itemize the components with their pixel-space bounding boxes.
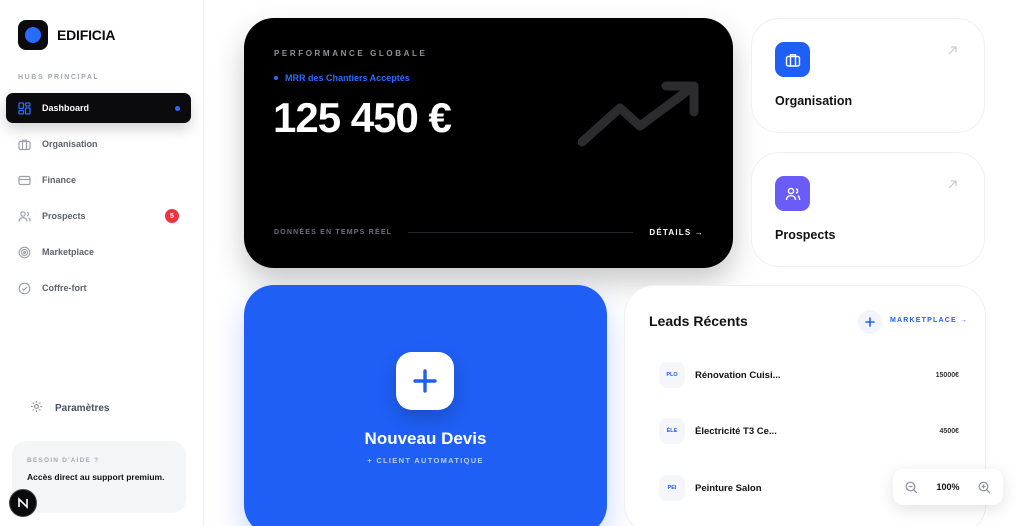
settings-label: Paramètres bbox=[55, 402, 110, 414]
arrow-up-right-icon bbox=[948, 46, 957, 55]
organisation-title: Organisation bbox=[775, 94, 853, 108]
avatar[interactable] bbox=[9, 489, 37, 517]
performance-label: PERFORMANCE GLOBALE bbox=[274, 49, 428, 58]
target-icon bbox=[18, 246, 31, 259]
sidebar-item-coffre-fort[interactable]: Coffre-fort bbox=[6, 273, 191, 303]
new-quote-title: Nouveau Devis bbox=[364, 429, 487, 448]
new-quote-subtitle: + CLIENT AUTOMATIQUE bbox=[367, 456, 484, 465]
active-indicator bbox=[175, 105, 180, 111]
n-logo-icon bbox=[18, 497, 28, 509]
bullet-icon bbox=[274, 76, 278, 80]
sidebar-item-label: Organisation bbox=[42, 139, 98, 149]
divider bbox=[408, 232, 634, 233]
notification-badge: 5 bbox=[165, 209, 179, 223]
help-card[interactable]: BESOIN D'AIDE ? Accès direct au support … bbox=[12, 441, 186, 513]
zoom-out-icon[interactable] bbox=[905, 481, 918, 494]
lead-code: PLO bbox=[659, 362, 685, 388]
users-icon bbox=[775, 176, 810, 211]
sidebar-item-prospects[interactable]: Prospects 5 bbox=[6, 201, 191, 231]
performance-value: 125 450 € bbox=[273, 94, 452, 141]
sidebar-item-finance[interactable]: Finance bbox=[6, 165, 191, 195]
help-title: BESOIN D'AIDE ? bbox=[27, 457, 100, 464]
sidebar-item-label: Coffre-fort bbox=[42, 283, 87, 293]
sidebar-item-label: Marketplace bbox=[42, 247, 95, 257]
lead-code: PEI bbox=[659, 475, 685, 501]
zoom-level: 100% bbox=[936, 482, 960, 492]
brand-name: EDIFICIA bbox=[57, 27, 116, 43]
grid-icon bbox=[18, 101, 31, 115]
prospects-title: Prospects bbox=[775, 228, 836, 242]
list-item[interactable]: ÉLE Électricité T3 Ce... 4500€ bbox=[659, 418, 959, 444]
sidebar-item-dashboard[interactable]: Dashboard bbox=[6, 93, 191, 123]
list-item[interactable]: PLO Rénovation Cuisi... 15000€ bbox=[659, 362, 959, 388]
users-icon bbox=[18, 210, 31, 223]
plus-icon bbox=[865, 317, 875, 327]
sidebar-item-label: Finance bbox=[42, 175, 77, 185]
performance-subtitle: MRR des Chantiers Acceptés bbox=[274, 73, 410, 83]
marketplace-link[interactable]: MARKETPLACE → bbox=[890, 317, 968, 324]
settings-button[interactable]: Paramètres bbox=[30, 400, 109, 416]
lead-price: 15000€ bbox=[935, 371, 959, 379]
sidebar-nav: Dashboard Organisation Finance Prospects… bbox=[6, 93, 191, 309]
card-icon bbox=[18, 174, 31, 187]
sidebar-item-organisation[interactable]: Organisation bbox=[6, 129, 191, 159]
leads-title: Leads Récents bbox=[649, 313, 748, 329]
lead-name: Rénovation Cuisi... bbox=[695, 369, 781, 381]
brand-logo-icon bbox=[18, 20, 48, 50]
prospects-card[interactable]: Prospects bbox=[751, 152, 985, 267]
help-text: Accès direct au support premium. bbox=[27, 472, 165, 482]
zoom-in-icon[interactable] bbox=[978, 481, 991, 494]
briefcase-icon bbox=[775, 42, 810, 77]
new-quote-button[interactable]: Nouveau Devis + CLIENT AUTOMATIQUE bbox=[244, 285, 607, 526]
briefcase-icon bbox=[18, 138, 31, 151]
check-circle-icon bbox=[18, 282, 31, 295]
lead-name: Électricité T3 Ce... bbox=[695, 425, 777, 437]
lead-price: 4500€ bbox=[939, 427, 959, 435]
zoom-control: 100% bbox=[893, 469, 1003, 505]
sidebar-item-label: Prospects bbox=[42, 211, 86, 221]
performance-subtitle-text: MRR des Chantiers Acceptés bbox=[285, 73, 410, 83]
sidebar: EDIFICIA HUBS PRINCIPAL Dashboard Organi… bbox=[0, 0, 204, 526]
lead-name: Peinture Salon bbox=[695, 482, 762, 494]
gear-icon bbox=[30, 400, 43, 416]
sidebar-section-label: HUBS PRINCIPAL bbox=[18, 74, 100, 81]
plus-icon bbox=[396, 352, 454, 410]
realtime-label: DONNÉES EN TEMPS RÉEL bbox=[274, 229, 393, 236]
arrow-up-right-icon bbox=[948, 180, 957, 189]
add-lead-button[interactable] bbox=[858, 310, 882, 334]
sidebar-item-label: Dashboard bbox=[42, 103, 90, 113]
sidebar-item-marketplace[interactable]: Marketplace bbox=[6, 237, 191, 267]
lead-code: ÉLE bbox=[659, 418, 685, 444]
trending-up-icon bbox=[578, 81, 699, 147]
performance-footer: DONNÉES EN TEMPS RÉEL DÉTAILS → bbox=[274, 228, 704, 237]
organisation-card[interactable]: Organisation bbox=[751, 18, 985, 133]
performance-card: PERFORMANCE GLOBALE MRR des Chantiers Ac… bbox=[244, 18, 733, 268]
brand[interactable]: EDIFICIA bbox=[18, 20, 115, 50]
details-link[interactable]: DÉTAILS → bbox=[649, 228, 704, 237]
